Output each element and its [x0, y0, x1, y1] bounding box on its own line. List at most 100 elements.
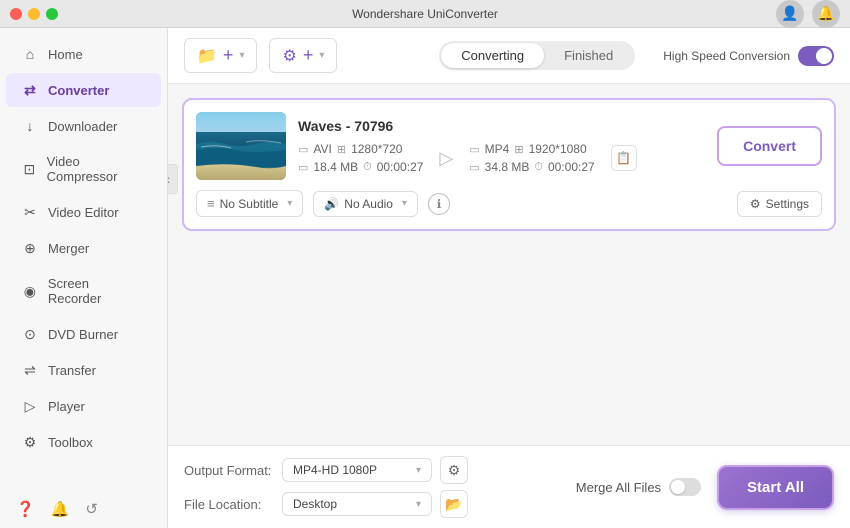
output-format-row: Output Format: MP4-HD 1080P ▾ ⚙: [184, 456, 540, 484]
sidebar-item-video-compressor[interactable]: ⊡ Video Compressor: [6, 145, 161, 193]
dvd-burner-icon: ⊙: [22, 326, 38, 342]
arrow-icon: ▷: [439, 148, 453, 169]
sidebar-label-transfer: Transfer: [48, 363, 96, 378]
maximize-button[interactable]: [46, 8, 58, 20]
settings-label: Settings: [766, 197, 809, 211]
subtitle-icon: ≡: [207, 196, 215, 211]
subtitle-value: No Subtitle: [220, 197, 279, 211]
player-icon: ▷: [22, 398, 38, 414]
sidebar-item-home[interactable]: ⌂ Home: [6, 37, 161, 71]
output-format-row: ▭ MP4 ⊞ 1920*1080: [469, 142, 594, 156]
output-format: MP4: [485, 142, 510, 156]
time-icon: ⏱: [363, 161, 372, 174]
titlebar: Wondershare UniConverter 👤 🔔: [0, 0, 850, 28]
main-layout: ⌂ Home ⇄ Converter ↓ Downloader ⊡ Video …: [0, 28, 850, 528]
file-thumbnail: [196, 112, 286, 180]
source-size: 18.4 MB: [313, 160, 358, 174]
sidebar-footer: ❓ 🔔 ↺: [0, 490, 167, 528]
add-files-label: +: [223, 45, 234, 66]
out-size-icon: ▭: [469, 161, 479, 174]
bell-icon[interactable]: 🔔: [51, 500, 70, 518]
audio-select[interactable]: 🔊 No Audio ▾: [313, 191, 418, 217]
output-format-select[interactable]: MP4-HD 1080P ▾: [282, 458, 432, 482]
file-meta: ▭ AVI ⊞ 1280*720 ▭ 18.4 MB ⏱ 00:00:27: [298, 142, 705, 174]
tab-finished[interactable]: Finished: [544, 43, 633, 68]
add-device-label: +: [303, 45, 314, 66]
settings-row: ≡ No Subtitle ▾ 🔊 No Audio ▾ ℹ ⚙ Setting…: [196, 190, 822, 217]
sidebar-item-dvd-burner[interactable]: ⊙ DVD Burner: [6, 317, 161, 351]
chevron-down-icon2: ▾: [319, 50, 324, 61]
titlebar-icons: 👤 🔔: [776, 0, 840, 28]
notification-icon[interactable]: 🔔: [812, 0, 840, 28]
refresh-icon[interactable]: ↺: [85, 500, 98, 518]
sidebar-item-merger[interactable]: ⊕ Merger: [6, 231, 161, 265]
add-from-device-button[interactable]: ⚙ + ▾: [269, 38, 337, 73]
sidebar-label-video-editor: Video Editor: [48, 205, 119, 220]
sidebar-collapse-button[interactable]: ‹: [168, 164, 178, 194]
sidebar-item-player[interactable]: ▷ Player: [6, 389, 161, 423]
speed-toggle-area: High Speed Conversion: [663, 46, 834, 66]
add-files-button[interactable]: 📁 + ▾: [184, 38, 257, 73]
transfer-icon: ⇌: [22, 362, 38, 378]
start-all-button[interactable]: Start All: [717, 465, 834, 510]
merge-toggle-switch[interactable]: [669, 478, 701, 496]
source-format-row: ▭ AVI ⊞ 1280*720: [298, 142, 423, 156]
out-res-icon: ⊞: [514, 143, 523, 156]
video-editor-icon: ✂: [22, 204, 38, 220]
collapse-icon: ‹: [168, 171, 170, 187]
merger-icon: ⊕: [22, 240, 38, 256]
output-format-label: Output Format:: [184, 463, 274, 478]
output-format-settings-icon[interactable]: ⚙: [440, 456, 468, 484]
sidebar-item-screen-recorder[interactable]: ◉ Screen Recorder: [6, 267, 161, 315]
sidebar-label-merger: Merger: [48, 241, 89, 256]
output-format-value: MP4-HD 1080P: [293, 463, 377, 477]
out-file-icon: ▭: [469, 143, 479, 156]
home-icon: ⌂: [22, 46, 38, 62]
screen-recorder-icon: ◉: [22, 283, 38, 299]
clipboard-icon[interactable]: 📋: [611, 145, 637, 171]
merge-label: Merge All Files: [576, 480, 661, 495]
res-icon: ⊞: [337, 143, 346, 156]
sidebar-item-video-editor[interactable]: ✂ Video Editor: [6, 195, 161, 229]
user-icon[interactable]: 👤: [776, 0, 804, 28]
convert-button[interactable]: Convert: [717, 126, 822, 166]
tab-group: Converting Finished: [439, 41, 635, 70]
output-meta: ▭ MP4 ⊞ 1920*1080 ▭ 34.8 MB ⏱ 00:00:27: [469, 142, 594, 174]
minimize-button[interactable]: [28, 8, 40, 20]
speed-label: High Speed Conversion: [663, 49, 790, 63]
close-button[interactable]: [10, 8, 22, 20]
window-controls[interactable]: [10, 8, 58, 20]
file-location-select[interactable]: Desktop ▾: [282, 492, 432, 516]
video-compressor-icon: ⊡: [22, 161, 37, 177]
sidebar-item-transfer[interactable]: ⇌ Transfer: [6, 353, 161, 387]
app-title: Wondershare UniConverter: [352, 7, 498, 21]
chevron-down-icon: ▾: [239, 50, 244, 61]
output-format-chevron: ▾: [416, 465, 421, 476]
sidebar-item-converter[interactable]: ⇄ Converter: [6, 73, 161, 107]
file-info: Waves - 70796 ▭ AVI ⊞ 1280*720: [298, 118, 705, 174]
content-area: 📁 + ▾ ⚙ + ▾ Converting Finished High Spe…: [168, 28, 850, 528]
sidebar-label-toolbox: Toolbox: [48, 435, 93, 450]
file-location-label: File Location:: [184, 497, 274, 512]
toolbox-icon: ⚙: [22, 434, 38, 450]
file-card-top: Waves - 70796 ▭ AVI ⊞ 1280*720: [196, 112, 822, 180]
settings-button[interactable]: ⚙ Settings: [737, 191, 822, 217]
top-toolbar: 📁 + ▾ ⚙ + ▾ Converting Finished High Spe…: [168, 28, 850, 84]
sidebar: ⌂ Home ⇄ Converter ↓ Downloader ⊡ Video …: [0, 28, 168, 528]
speed-toggle-switch[interactable]: [798, 46, 834, 66]
info-icon[interactable]: ℹ: [428, 193, 450, 215]
source-meta: ▭ AVI ⊞ 1280*720 ▭ 18.4 MB ⏱ 00:00:27: [298, 142, 423, 174]
help-icon[interactable]: ❓: [16, 500, 35, 518]
source-resolution: 1280*720: [351, 142, 402, 156]
toggle-knob: [816, 48, 832, 64]
tab-converting[interactable]: Converting: [441, 43, 544, 68]
file-location-folder-icon[interactable]: 📂: [440, 490, 468, 518]
sidebar-item-toolbox[interactable]: ⚙ Toolbox: [6, 425, 161, 459]
sidebar-item-downloader[interactable]: ↓ Downloader: [6, 109, 161, 143]
sidebar-label-video-compressor: Video Compressor: [47, 154, 145, 184]
device-icon: ⚙: [282, 46, 296, 66]
subtitle-select[interactable]: ≡ No Subtitle ▾: [196, 190, 303, 217]
audio-chevron: ▾: [402, 198, 407, 209]
downloader-icon: ↓: [22, 118, 38, 134]
file-location-row: File Location: Desktop ▾ 📂: [184, 490, 540, 518]
